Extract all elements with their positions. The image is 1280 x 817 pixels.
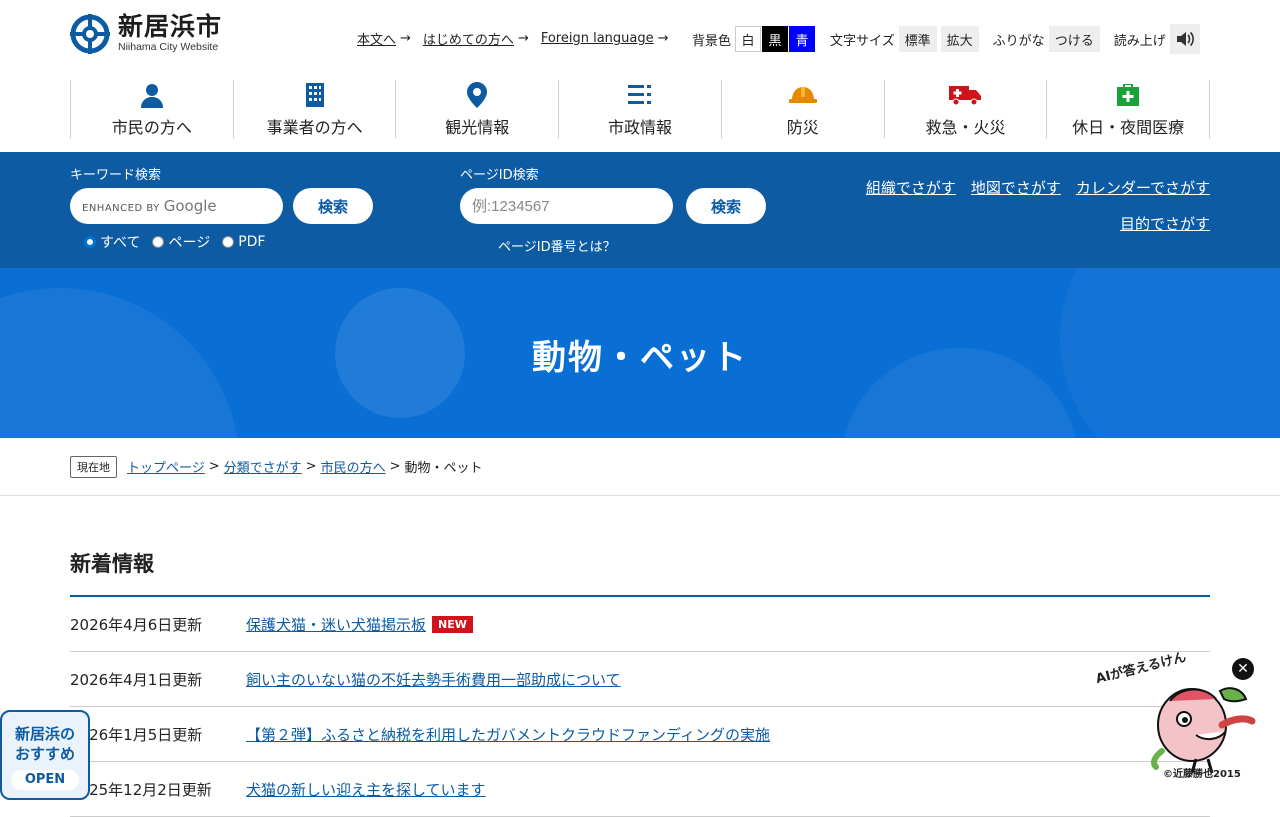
building-icon — [305, 83, 324, 107]
recommend-title: 新居浜の — [14, 725, 75, 743]
arrow-right-icon: → — [657, 31, 669, 46]
pageid-search-label: ページID検索 — [460, 168, 539, 183]
news-item: 2025年12月2日更新 犬猫の新しい迎え主を探しています — [70, 762, 1210, 817]
search-by-links: 組織でさがす 地図でさがす カレンダーでさがす 目的でさがす — [790, 170, 1210, 242]
site-header: 新居浜市 Niihama City Website 本文へ → はじめての方へ → … — [0, 0, 1280, 152]
news-link[interactable]: 【第２弾】ふるさと納税を利用したガバメントクラウドファンディングの実施 — [246, 724, 770, 745]
nav-label: 市民の方へ — [111, 118, 192, 137]
furigana-button[interactable]: つける — [1048, 26, 1100, 52]
nav-disaster-prevention[interactable]: 防災 — [720, 80, 884, 138]
current-location-label: 現在地 — [70, 455, 117, 478]
scope-pdf-radio[interactable]: PDF — [222, 234, 265, 250]
site-name-en: Niihama City Website — [118, 41, 219, 53]
font-standard-button[interactable]: 標準 — [898, 26, 937, 52]
page-hero: 動物・ペット — [0, 268, 1280, 438]
news-date: 2026年4月6日更新 — [70, 615, 203, 634]
news-item: 2026年4月6日更新 保護犬猫・迷い犬猫掲示板 NEW — [70, 597, 1210, 652]
breadcrumb-citizens-link[interactable]: 市民の方へ — [321, 457, 386, 476]
keyword-search-button[interactable]: 検索 — [293, 188, 373, 224]
arrow-right-icon: → — [400, 31, 411, 46]
speaker-icon — [1176, 31, 1194, 47]
news-date: 2026年4月1日更新 — [70, 670, 203, 689]
site-name: 新居浜市 — [118, 12, 223, 41]
list-icon — [628, 85, 652, 104]
search-by-organization-link[interactable]: 組織でさがす — [866, 170, 956, 206]
search-by-map-link[interactable]: 地図でさがす — [971, 170, 1061, 206]
nav-label: 救急・火災 — [925, 118, 1006, 137]
font-enlarge-button[interactable]: 拡大 — [940, 26, 979, 52]
scope-page-radio[interactable]: ページ — [152, 232, 210, 252]
google-branding: ENHANCED BY Google — [82, 197, 217, 215]
recommend-open-button[interactable]: OPEN — [10, 770, 80, 790]
breadcrumb-top-link[interactable]: トップページ — [127, 457, 205, 476]
pageid-search-input[interactable] — [460, 188, 673, 224]
breadcrumb-category-link[interactable]: 分類でさがす — [224, 457, 302, 476]
news-item: 2026年4月1日更新 飼い主のいない猫の不妊去勢手術費用一部助成について — [70, 652, 1210, 707]
read-aloud-button[interactable] — [1169, 24, 1200, 54]
close-icon[interactable]: ✕ — [1232, 658, 1254, 680]
recommend-title: おすすめ — [14, 745, 75, 763]
read-aloud-label: 読み上げ — [1113, 33, 1166, 49]
search-by-calendar-link[interactable]: カレンダーでさがす — [1076, 170, 1210, 206]
page-title: 動物・ペット — [532, 338, 748, 378]
search-by-purpose-link[interactable]: 目的でさがす — [1120, 206, 1210, 242]
nav-tourism[interactable]: 観光情報 — [395, 80, 558, 138]
furigana-label: ふりがな — [992, 33, 1045, 49]
global-nav: 市民の方へ 事業者の方へ 観光情報 市政情報 防災 救急・火災 休日・夜間医療 — [70, 80, 1211, 138]
search-section: キーワード検索 ENHANCED BY Google 検索 すべて ページ PDF… — [0, 152, 1280, 268]
news-date: 2026年1月5日更新 — [70, 725, 203, 744]
mascot-copyright: ©近藤勝也2015 — [1163, 769, 1241, 780]
breadcrumb: 現在地 トップページ > 分類でさがす > 市民の方へ > 動物・ペット — [0, 438, 1280, 496]
ambulance-icon — [949, 86, 982, 106]
keyword-search-input[interactable]: ENHANCED BY Google — [70, 188, 283, 224]
pageid-help-link[interactable]: ページID番号とは？ — [498, 236, 616, 255]
nav-label: 事業者の方へ — [266, 118, 363, 137]
bg-blue-button[interactable]: 青 — [789, 26, 816, 52]
nav-label: 防災 — [786, 118, 819, 137]
news-link[interactable]: 犬猫の新しい迎え主を探しています — [246, 779, 486, 800]
news-heading: 新着情報 — [70, 552, 154, 576]
pageid-search-button[interactable]: 検索 — [686, 188, 766, 224]
scope-all-radio[interactable]: すべて — [84, 232, 140, 252]
top-links: 本文へ → はじめての方へ → Foreign language → — [357, 29, 681, 48]
accessibility-tools: 背景色 白 黒 青 文字サイズ 標準 拡大 ふりがな つける 読み上げ — [692, 24, 1200, 54]
nav-business[interactable]: 事業者の方へ — [232, 80, 396, 138]
news-list: 2026年4月6日更新 保護犬猫・迷い犬猫掲示板 NEW 2026年4月1日更新… — [70, 597, 1210, 817]
person-icon — [140, 84, 163, 108]
news-link[interactable]: 保護犬猫・迷い犬猫掲示板 — [246, 614, 426, 635]
news-date: 2025年12月2日更新 — [70, 780, 212, 799]
skip-to-content-link[interactable]: 本文へ — [357, 29, 396, 48]
news-link[interactable]: 飼い主のいない猫の不妊去勢手術費用一部助成について — [246, 669, 621, 690]
arrow-right-icon: → — [517, 31, 529, 46]
city-emblem-icon — [70, 14, 110, 54]
nav-emergency-fire[interactable]: 救急・火災 — [883, 80, 1047, 138]
foreign-language-link[interactable]: Foreign language — [541, 31, 654, 46]
nav-city-admin[interactable]: 市政情報 — [558, 80, 721, 138]
breadcrumb-current: 動物・ペット — [404, 461, 483, 476]
recommend-widget[interactable]: 新居浜の おすすめ OPEN — [0, 710, 90, 800]
bg-white-button[interactable]: 白 — [735, 26, 762, 52]
nav-label: 観光情報 — [445, 118, 510, 137]
new-badge: NEW — [432, 615, 473, 633]
bg-color-label: 背景色 — [692, 33, 732, 49]
nav-label: 休日・夜間医療 — [1072, 118, 1185, 137]
helmet-icon — [788, 87, 817, 103]
nav-citizens[interactable]: 市民の方へ — [70, 80, 233, 138]
keyword-search-label: キーワード検索 — [70, 168, 162, 183]
search-scope-radios: すべて ページ PDF — [84, 232, 265, 252]
bg-black-button[interactable]: 黒 — [762, 26, 789, 52]
first-visit-link[interactable]: はじめての方へ — [423, 29, 514, 48]
site-logo[interactable]: 新居浜市 Niihama City Website — [70, 14, 222, 54]
nav-label: 市政情報 — [608, 118, 673, 137]
news-item: 2026年1月5日更新 【第２弾】ふるさと納税を利用したガバメントクラウドファン… — [70, 707, 1210, 762]
map-pin-icon — [467, 82, 488, 108]
medical-kit-icon — [1117, 84, 1140, 106]
nav-holiday-night-medical[interactable]: 休日・夜間医療 — [1046, 80, 1211, 138]
font-size-label: 文字サイズ — [830, 33, 895, 49]
